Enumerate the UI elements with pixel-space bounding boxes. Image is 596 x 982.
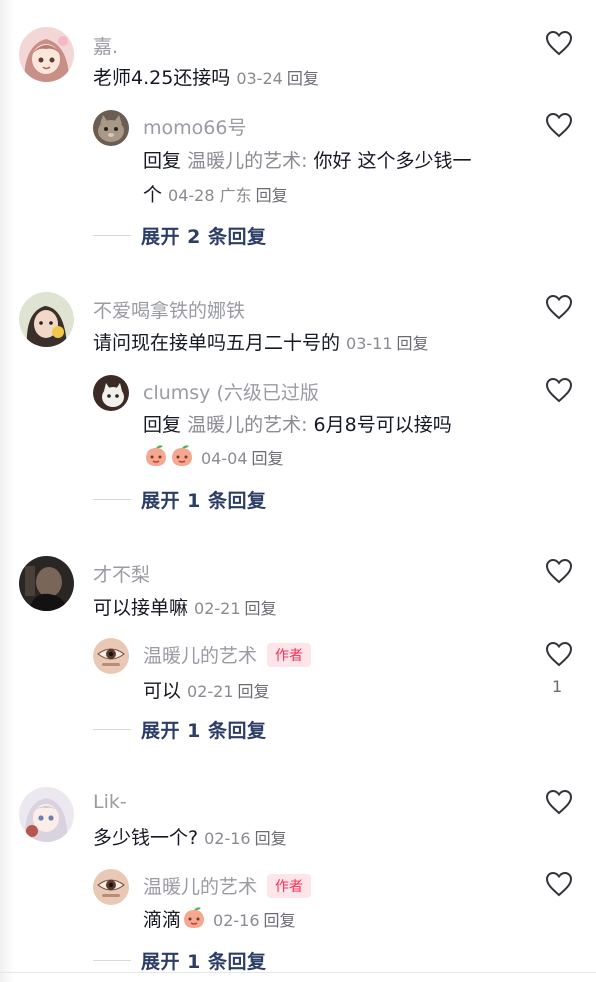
author-badge: 作者 — [267, 874, 312, 898]
reply-button[interactable]: 回复 — [255, 829, 287, 848]
reply-text-line1: 回复 温暖儿的艺术: 你好 这个多少钱一 — [143, 146, 472, 173]
comment-username[interactable]: 不爱喝拿铁的娜铁 — [93, 296, 245, 323]
comment-username[interactable]: 才不梨 — [93, 560, 150, 587]
reply-body-cont: 个 — [143, 184, 163, 206]
reply-button[interactable]: 回复 — [287, 69, 319, 88]
bottom-divider — [0, 972, 596, 973]
like-heart-icon[interactable] — [545, 112, 573, 138]
reply-button[interactable]: 回复 — [252, 449, 284, 468]
comment-username[interactable]: Lik- — [93, 791, 127, 813]
reply-body: 6月8号可以接吗 — [313, 414, 452, 436]
expand-replies-label: 展开 1 条回复 — [141, 489, 267, 512]
reply-to-user[interactable]: 温暖儿的艺术: — [187, 150, 307, 172]
comment-username[interactable]: 嘉. — [93, 32, 118, 59]
avatar-dark-photo[interactable] — [19, 556, 74, 611]
reply-date: 02-16 — [213, 911, 260, 930]
reply-button[interactable]: 回复 — [256, 186, 288, 205]
expand-replies-button[interactable]: 展开 1 条回复 — [93, 484, 266, 514]
like-heart-icon[interactable] — [545, 558, 573, 584]
left-edge-shadow — [0, 0, 14, 982]
like-heart-icon[interactable] — [545, 30, 573, 56]
peach-emoji-icon — [181, 905, 207, 936]
author-name[interactable]: 温暖儿的艺术 — [143, 876, 257, 898]
reply-username: 温暖儿的艺术 作者 — [143, 641, 312, 668]
reply-date: 04-28 — [168, 186, 215, 205]
peach-emoji-icon — [169, 443, 195, 474]
comment-date: 02-16 — [204, 829, 251, 848]
peach-emoji-icon — [143, 443, 169, 474]
reply-date: 02-21 — [187, 682, 234, 701]
avatar-cat[interactable] — [93, 110, 129, 146]
comment-date: 03-11 — [346, 334, 393, 353]
expand-replies-button[interactable]: 展开 1 条回复 — [93, 714, 266, 744]
avatar-kitten[interactable] — [93, 375, 129, 411]
avatar-author-eye[interactable] — [93, 638, 129, 674]
comment-date: 02-21 — [194, 599, 241, 618]
like-count: 1 — [552, 677, 563, 696]
reply-text-line2: 04-04 回复 — [143, 443, 284, 474]
avatar-girl-photo[interactable] — [19, 292, 74, 347]
author-name[interactable]: 温暖儿的艺术 — [143, 645, 257, 667]
reply-text-line1: 滴滴 02-16 回复 — [143, 905, 296, 936]
reply-username: 温暖儿的艺术 作者 — [143, 872, 312, 899]
comment-body: 请问现在接单吗五月二十号的 — [93, 332, 341, 354]
reply-text-line1: 可以 02-21 回复 — [143, 676, 270, 703]
expand-replies-label: 展开 2 条回复 — [141, 225, 267, 248]
avatar-anime-silver-hair[interactable] — [19, 787, 74, 842]
expand-replies-label: 展开 1 条回复 — [141, 719, 267, 742]
expand-divider — [93, 234, 131, 236]
reply-button[interactable]: 回复 — [264, 911, 296, 930]
reply-body: 滴滴 — [143, 909, 182, 931]
like-heart-icon[interactable] — [545, 294, 573, 320]
comment-body: 多少钱一个? — [93, 827, 199, 849]
expand-divider — [93, 498, 131, 500]
like-heart-icon[interactable] — [545, 641, 573, 667]
expand-divider — [93, 959, 131, 961]
reply-username[interactable]: clumsy (六级已过版 — [143, 378, 319, 405]
expand-divider — [93, 728, 131, 730]
reply-username[interactable]: momo66号 — [143, 113, 246, 140]
comment-text: 多少钱一个? 02-16 回复 — [93, 823, 287, 850]
reply-button[interactable]: 回复 — [397, 334, 429, 353]
reply-body: 可以 — [143, 680, 182, 702]
reply-button[interactable]: 回复 — [238, 682, 270, 701]
like-heart-icon[interactable] — [545, 871, 573, 897]
comment-text: 请问现在接单吗五月二十号的 03-11 回复 — [93, 328, 429, 355]
reply-text-line2: 个 04-28 广东 回复 — [143, 180, 288, 207]
expand-replies-button[interactable]: 展开 1 条回复 — [93, 945, 266, 975]
expand-replies-button[interactable]: 展开 2 条回复 — [93, 220, 266, 250]
expand-replies-label: 展开 1 条回复 — [141, 950, 267, 973]
comment-date: 03-24 — [236, 69, 283, 88]
reply-button[interactable]: 回复 — [245, 599, 277, 618]
avatar-author-eye[interactable] — [93, 869, 129, 905]
reply-date: 04-04 — [201, 449, 248, 468]
avatar-anime-girl[interactable] — [19, 27, 74, 82]
reply-prefix: 回复 — [143, 150, 182, 172]
reply-to-user[interactable]: 温暖儿的艺术: — [187, 414, 307, 436]
comment-text: 老师4.25还接吗 03-24 回复 — [93, 63, 319, 90]
reply-prefix: 回复 — [143, 414, 182, 436]
like-heart-icon[interactable] — [545, 377, 573, 403]
comment-body: 老师4.25还接吗 — [93, 67, 231, 89]
like-heart-icon[interactable] — [545, 789, 573, 815]
comment-body: 可以接单嘛 — [93, 597, 189, 619]
reply-text-line1: 回复 温暖儿的艺术: 6月8号可以接吗 — [143, 410, 452, 437]
author-badge: 作者 — [267, 643, 312, 667]
comment-text: 可以接单嘛 02-21 回复 — [93, 593, 277, 620]
reply-body: 你好 这个多少钱一 — [313, 150, 472, 172]
reply-location: 广东 — [219, 186, 252, 205]
